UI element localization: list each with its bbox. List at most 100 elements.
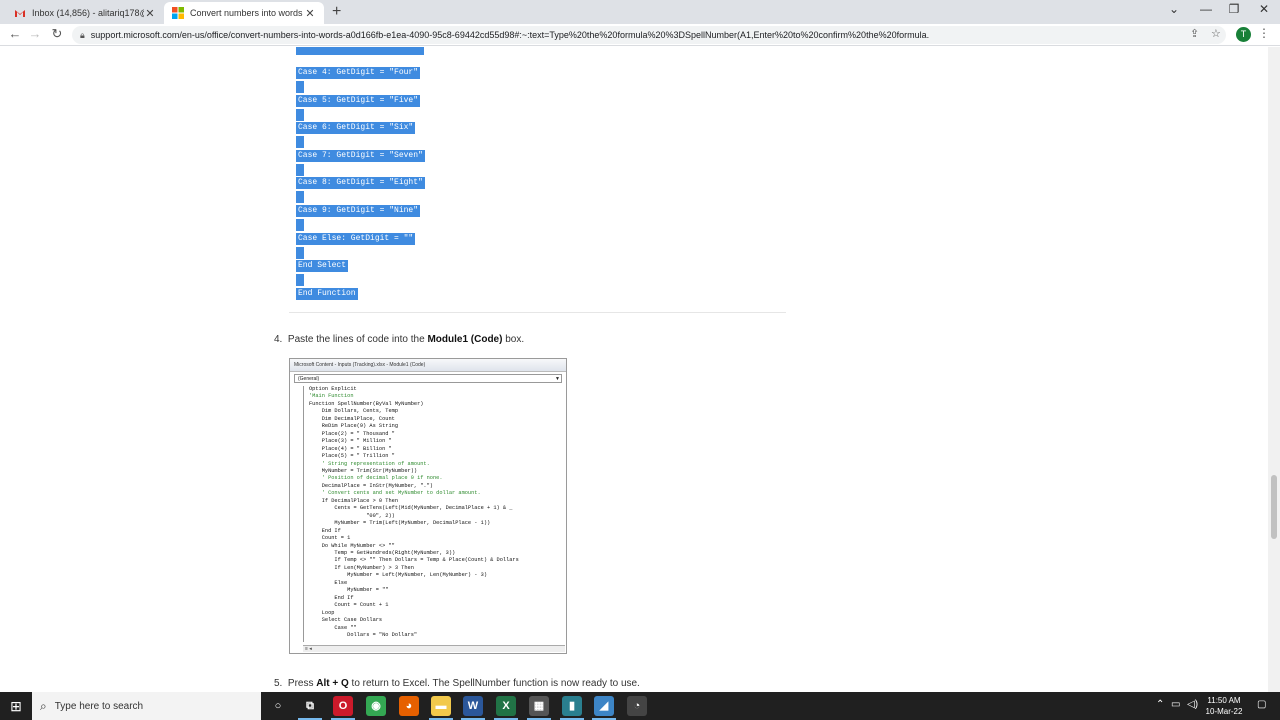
tab-title: Convert numbers into words [190,8,303,18]
network-icon[interactable]: ▭ [1171,699,1180,710]
task-view-icon[interactable]: ⧉ [300,696,320,716]
vba-editor-screenshot: Microsoft Content - Inputs (Tracking).xl… [289,358,567,654]
code-blank-line [296,81,304,93]
code-blank-line [296,191,304,203]
taskbar-search-box[interactable]: ⌕ Type here to search [32,692,261,720]
vba-code-line: Loop [309,609,335,616]
gmail-icon [14,7,26,19]
chrome-icon[interactable]: ◉ [366,696,386,716]
code-line: Case 6: GetDigit = "Six" [296,122,416,134]
vba-code-line: Else [309,579,348,586]
profile-avatar[interactable]: T [1236,27,1251,42]
code-line: Case 8: GetDigit = "Eight" [296,177,425,189]
volume-icon[interactable]: ◁) [1187,699,1198,710]
opera-icon[interactable]: O [333,696,353,716]
code-blank-line [296,136,304,148]
vba-code-line: Count = 1 [309,535,351,542]
vba-code-line: ' String representation of amount. [309,460,430,467]
code-line: End Function [296,288,358,300]
screen-recorder-icon[interactable]: ◔ [627,696,647,716]
excel-icon[interactable]: X [496,696,516,716]
photos-icon[interactable]: ◢ [594,696,614,716]
notifications-icon[interactable]: ▢ [1257,699,1266,710]
vba-code-line: Option Explicit [309,386,357,392]
vba-code-line: Dollars = "No Dollars" [309,631,418,638]
code-blank-line [296,247,304,259]
vba-code-line: 'Main Function [309,393,354,400]
vba-editor-icon[interactable]: ▮ [562,696,582,716]
step-bold-text: Module1 (Code) [427,334,503,345]
share-icon[interactable]: ⇪ [1190,27,1199,40]
back-arrow-icon[interactable]: ← [6,26,24,41]
vba-code-line: If Len(MyNumber) > 3 Then [309,564,414,571]
vba-code-line: Select Case Dollars [309,617,383,624]
code-line: Case 9: GetDigit = "Nine" [296,205,421,217]
tab-close-icon[interactable]: ✕ [304,7,316,20]
vba-horizontal-scrollbar: ≡ ◂ [303,645,565,652]
step-text: Press [287,678,317,689]
code-line-fragment [296,47,424,55]
vba-code-line: DecimalPlace = InStr(MyNumber, ".") [309,482,433,489]
vba-window-title: Microsoft Content - Inputs (Tracking).xl… [290,359,566,372]
vba-code-line: Do While MyNumber <> "" [309,542,395,549]
tab-convert-numbers[interactable]: Convert numbers into words ✕ [164,2,324,24]
vba-code-line: Function SpellNumber(ByVal MyNumber) [309,400,424,407]
forward-arrow-icon[interactable]: → [26,26,44,41]
step-5: 5. Press Alt + Q to return to Excel. The… [274,678,640,689]
tab-strip: Inbox (14,856) - alitariq178@gm ✕ Conver… [0,0,1280,24]
new-tab-button[interactable]: + [332,3,341,21]
scrollbar-thumb[interactable] [1271,475,1277,539]
microsoft-logo-icon [172,7,184,19]
tab-close-icon[interactable]: ✕ [144,7,156,20]
windows-start-icon[interactable]: ⊞ [0,692,32,720]
vba-code-line: Cents = GetTens(Left(Mid(MyNumber, Decim… [309,505,513,512]
step-text: to return to Excel. The SpellNumber func… [348,678,640,689]
page-scrollbar[interactable] [1268,47,1280,692]
vba-code-line: ReDim Place(9) As String [309,423,399,430]
step-text: Paste the lines of code into the [287,334,428,345]
vba-code-line: MyNumber = Left(MyNumber, Len(MyNumber) … [309,572,488,579]
chevron-up-icon[interactable]: ⌃ [1156,699,1164,710]
vba-code-line: Place(3) = " Million " [309,438,392,445]
toolbar: ← → ↻ 🔒︎ support.microsoft.com/en-us/off… [0,24,1280,46]
step-bold-text: Alt + Q [316,678,349,689]
step-4: 4. Paste the lines of code into the Modu… [274,334,524,345]
combo-value: (General) [298,376,320,382]
vba-code-line: If Temp <> "" Then Dollars = Temp & Plac… [309,557,519,564]
system-clock[interactable]: 11:50 AM 10-Mar-22 [1198,695,1250,717]
vba-code-line: ' Position of decimal place 0 if none. [309,475,443,482]
url-text[interactable]: support.microsoft.com/en-us/office/conve… [91,30,1171,40]
vba-code-line: Place(4) = " Billion " [309,445,392,452]
search-icon: ⌕ [40,698,47,713]
page-content: Case 4: GetDigit = "Four" Case 5: GetDig… [0,47,1268,692]
vba-code-line: End If [309,527,341,534]
close-window-button[interactable]: ✕ [1250,2,1278,16]
calculator-icon[interactable]: ▦ [529,696,549,716]
word-icon[interactable]: W [463,696,483,716]
cortana-icon[interactable]: ○ [268,696,288,716]
address-bar[interactable]: 🔒︎ support.microsoft.com/en-us/office/co… [72,26,1226,44]
code-line: Case 7: GetDigit = "Seven" [296,150,425,162]
code-line: Case 4: GetDigit = "Four" [296,67,421,79]
maximize-button[interactable]: ❐ [1220,2,1248,16]
vba-code-line: MyNumber = Trim(Str(MyNumber)) [309,467,418,474]
tab-search-icon[interactable]: ⌄ [1160,2,1188,16]
file-explorer-icon[interactable]: ▬ [431,696,451,716]
code-blank-line [296,164,304,176]
vba-code-line: Count = Count + 1 [309,602,389,609]
vba-code-line: Temp = GetHundreds(Right(MyNumber, 3)) [309,549,456,556]
menu-kebab-icon[interactable]: ⋮ [1258,26,1270,40]
firefox-icon[interactable]: ◕ [399,696,419,716]
vba-code-line: End If [309,594,354,601]
minimize-button[interactable]: — [1192,2,1220,16]
bookmark-star-icon[interactable]: ☆ [1211,27,1221,40]
search-placeholder: Type here to search [54,700,144,712]
vba-code-line: ' Convert cents and set MyNumber to doll… [309,490,481,497]
code-blank-line [296,274,304,286]
vba-code-line: If DecimalPlace > 0 Then [309,497,399,504]
reload-icon[interactable]: ↻ [48,26,66,42]
clock-time: 11:50 AM [1207,696,1241,705]
tab-gmail[interactable]: Inbox (14,856) - alitariq178@gm ✕ [6,2,164,24]
code-blank-line [296,219,304,231]
vba-code-line: Place(5) = " Trillion " [309,453,395,460]
